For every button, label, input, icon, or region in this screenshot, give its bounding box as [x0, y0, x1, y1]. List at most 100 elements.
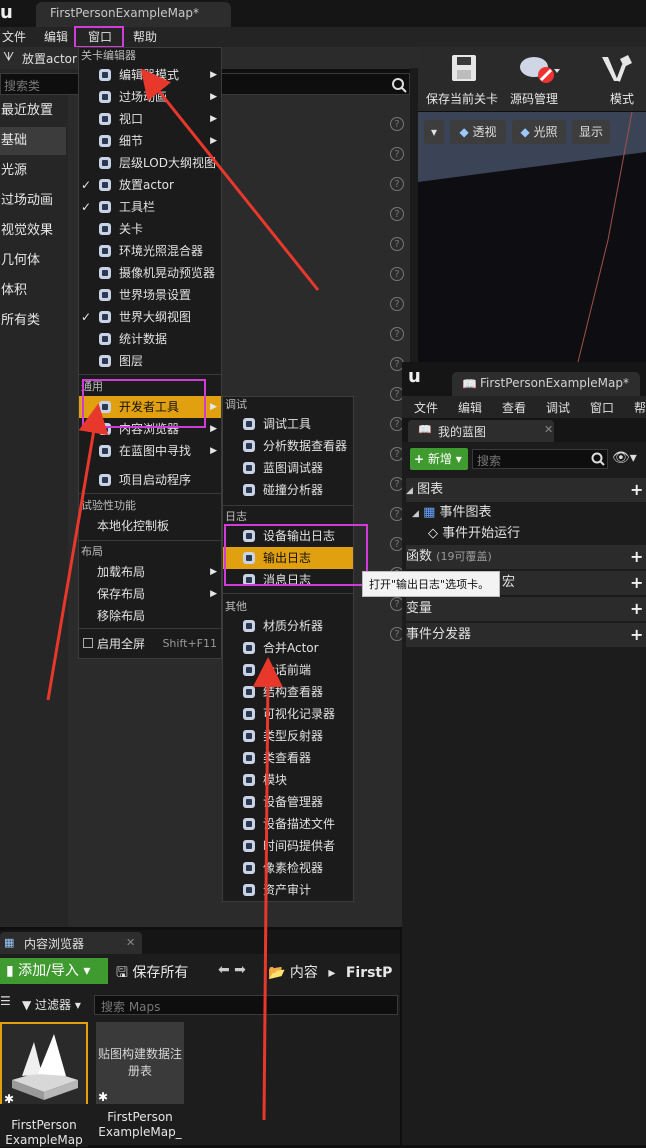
dev-tools-menu-item[interactable]: 分析数据查看器 — [223, 435, 353, 457]
category-tab[interactable]: 基础 — [0, 127, 66, 155]
window-menu-item[interactable]: ✓ 工具栏 — [79, 196, 221, 218]
window-menu-item[interactable]: 统计数据 — [79, 328, 221, 350]
window-menu-item[interactable]: 摄像机晃动预览器 — [79, 262, 221, 284]
content-browser-tab[interactable]: 内容浏览器 — [0, 932, 142, 954]
window-menu-item[interactable]: ✓ 世界大纲视图 — [79, 306, 221, 328]
layout-menu-item[interactable]: 保存布局 ▶ — [79, 583, 221, 605]
dev-tools-menu-item[interactable]: 蓝图调试器 — [223, 457, 353, 479]
asset-tile-map[interactable]: FirstPerson ExampleMap ✱ — [0, 1022, 88, 1147]
search-icon[interactable] — [391, 77, 407, 93]
add-new-button[interactable]: + 新增 ▾ — [410, 448, 468, 470]
blueprint-menu-item[interactable]: 调试 — [546, 399, 570, 416]
history-back-icon[interactable]: ⬅ ➡ — [218, 962, 246, 978]
dispatchers-section-header[interactable]: 事件分发器 + — [406, 623, 646, 647]
sources-toggle-icon[interactable]: ☰ — [0, 994, 18, 1014]
blueprint-menu-item[interactable]: 帮 — [634, 399, 646, 416]
perspective-button[interactable]: ◆ 透视 — [450, 120, 506, 144]
blueprint-menu-item[interactable]: 查看 — [502, 399, 526, 416]
save-current-level-button[interactable]: 保存当前关卡 — [422, 47, 502, 111]
visibility-eye-icon[interactable]: 👁▾ — [612, 450, 637, 466]
dev-tools-menu-item[interactable]: 会话前端 — [223, 659, 353, 681]
dev-tools-menu-item[interactable]: 碰撞分析器 — [223, 479, 353, 501]
blueprint-menu-item[interactable]: 编辑 — [458, 399, 482, 416]
blueprint-menu-item[interactable]: 窗口 — [590, 399, 614, 416]
window-menu-item[interactable]: 世界场景设置 — [79, 284, 221, 306]
window-menu-item[interactable]: 视口 ▶ — [79, 108, 221, 130]
maps-search-input[interactable]: 搜索 Maps — [94, 995, 398, 1015]
dev-tools-menu-item[interactable]: 资产审计 — [223, 879, 353, 901]
window-menu-item[interactable]: 细节 ▶ — [79, 130, 221, 152]
dev-tools-menu-item[interactable]: 设备描述文件 — [223, 813, 353, 835]
add-macro-icon[interactable]: + — [630, 575, 644, 591]
menu-help[interactable]: 帮助 — [133, 27, 157, 47]
help-icon[interactable]: ? — [390, 177, 404, 191]
layout-menu-item[interactable]: 加载布局 ▶ — [79, 561, 221, 583]
category-tab[interactable]: 视觉效果 — [0, 217, 66, 245]
help-icon[interactable]: ? — [390, 297, 404, 311]
window-menu-item[interactable]: 层级LOD大纲视图 — [79, 152, 221, 174]
localization-dashboard-item[interactable]: 本地化控制板 — [79, 515, 221, 537]
add-import-button[interactable]: ▮ 添加/导入 ▾ — [0, 958, 108, 984]
add-variable-icon[interactable]: + — [630, 601, 644, 617]
save-all-button[interactable]: 🖫 保存所有 — [116, 962, 188, 986]
category-tab[interactable]: 光源 — [0, 157, 66, 185]
level-document-tab[interactable]: FirstPersonExampleMap* — [36, 2, 231, 27]
show-button[interactable]: 显示 — [572, 120, 610, 144]
path-breadcrumb[interactable]: 📂 内容 ▸ FirstP — [268, 962, 392, 982]
close-icon[interactable]: ✕ — [544, 423, 553, 436]
help-icon[interactable]: ? — [390, 327, 404, 341]
begin-play-event-item[interactable]: ◇ 事件开始运行 — [406, 522, 646, 546]
fullscreen-toggle[interactable]: 启用全屏 Shift+F11 — [79, 633, 221, 655]
dev-tools-menu-item[interactable]: 类查看器 — [223, 747, 353, 769]
help-icon[interactable]: ? — [390, 117, 404, 131]
source-control-button[interactable]: 源码管理 — [506, 47, 572, 111]
path-content[interactable]: 内容 — [290, 965, 318, 981]
window-menu-item[interactable]: 关卡 — [79, 218, 221, 240]
category-tab[interactable]: 几何体 — [0, 247, 66, 275]
window-menu-item[interactable]: 过场动画 ▶ — [79, 86, 221, 108]
graphs-section-header[interactable]: ◢ 图表 + — [406, 478, 646, 502]
level-viewport[interactable]: ▾ ◆ 透视 ◆ 光照 显示 — [418, 112, 646, 362]
modes-button[interactable]: 模式 — [588, 47, 644, 111]
window-menu-item[interactable]: 项目启动程序 — [79, 469, 221, 491]
category-tab[interactable]: 最近放置 — [0, 97, 66, 125]
blueprint-menu-item[interactable]: 文件 — [414, 399, 438, 416]
help-icon[interactable]: ? — [390, 147, 404, 161]
viewport-options-button[interactable]: ▾ — [424, 120, 444, 144]
help-icon[interactable]: ? — [390, 237, 404, 251]
category-tab[interactable]: 过场动画 — [0, 187, 66, 215]
blueprint-document-tab[interactable]: FirstPersonExampleMap* — [452, 372, 640, 396]
add-dispatcher-icon[interactable]: + — [630, 627, 644, 643]
blueprint-search-input[interactable]: 搜索 — [472, 449, 608, 469]
menu-window[interactable]: 窗口 — [74, 26, 124, 48]
dev-tools-menu-item[interactable]: 类型反射器 — [223, 725, 353, 747]
dev-tools-menu-item[interactable]: 可视化记录器 — [223, 703, 353, 725]
window-menu-item[interactable]: ✓ 放置actor — [79, 174, 221, 196]
dev-tools-menu-item[interactable]: 材质分析器 — [223, 615, 353, 637]
dev-tools-menu-item[interactable]: 设备管理器 — [223, 791, 353, 813]
window-menu-item[interactable]: 环境光照混合器 — [79, 240, 221, 262]
menu-file[interactable]: 文件 — [2, 27, 26, 47]
variables-section-header[interactable]: 变量 + — [406, 597, 646, 621]
dev-tools-menu-item[interactable]: 时间码提供者 — [223, 835, 353, 857]
add-graph-icon[interactable]: + — [630, 482, 644, 498]
dev-tools-menu-item[interactable]: 模块 — [223, 769, 353, 791]
functions-section-header[interactable]: 函数 (19可覆盖) + — [406, 545, 646, 569]
lit-button[interactable]: ◆ 光照 — [512, 120, 566, 144]
filters-button[interactable]: ▼ 过滤器 ▾ — [22, 996, 81, 1013]
add-function-icon[interactable]: + — [630, 549, 644, 565]
help-icon[interactable]: ? — [390, 207, 404, 221]
path-firstperson[interactable]: FirstP — [346, 965, 393, 981]
close-icon[interactable]: ✕ — [126, 936, 135, 949]
menu-edit[interactable]: 编辑 — [44, 27, 68, 47]
dev-tools-menu-item[interactable]: 合并Actor — [223, 637, 353, 659]
dev-tools-menu-item[interactable]: 结构查看器 — [223, 681, 353, 703]
layout-menu-item[interactable]: 移除布局 — [79, 605, 221, 627]
dev-tools-menu-item[interactable]: 像素检视器 — [223, 857, 353, 879]
window-menu-item[interactable]: 图层 — [79, 350, 221, 372]
category-tab[interactable]: 所有类 — [0, 307, 66, 335]
help-icon[interactable]: ? — [390, 267, 404, 281]
dev-tools-menu-item[interactable]: 调试工具 — [223, 413, 353, 435]
category-tab[interactable]: 体积 — [0, 277, 66, 305]
checkbox-icon[interactable] — [83, 638, 93, 648]
